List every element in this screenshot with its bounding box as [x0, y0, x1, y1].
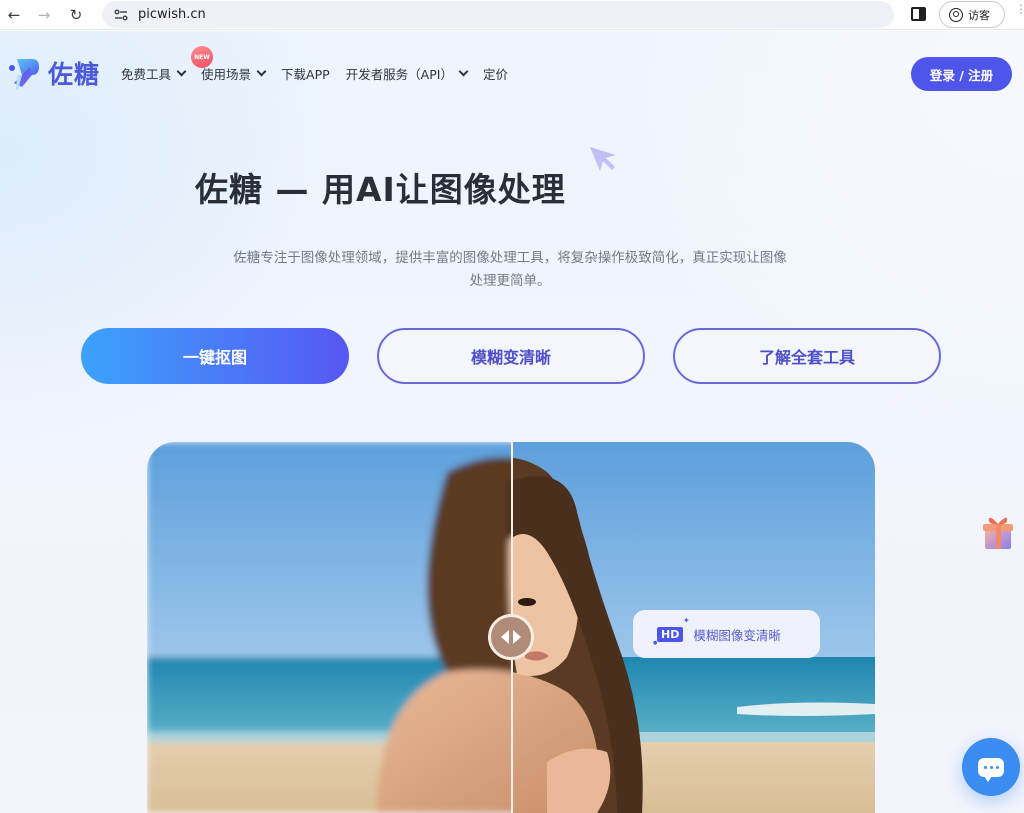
login-register-button[interactable]: 登录 / 注册	[911, 57, 1012, 91]
site-info-icon[interactable]	[108, 9, 134, 21]
nav-item-developer-api[interactable]: 开发者服务（API）	[345, 64, 469, 83]
all-tools-button[interactable]: 了解全套工具	[673, 328, 941, 384]
arrow-right-icon	[513, 630, 521, 644]
hd-feature-tag: ✦ ● HD 模糊图像变清晰	[633, 610, 820, 658]
profile-button[interactable]: 访客	[939, 1, 1005, 28]
main-nav: 免费工具 使用场景 下载APP 开发者服务（API） 定价	[121, 64, 524, 83]
chevron-down-icon	[176, 66, 187, 77]
back-arrow-icon[interactable]: ←	[2, 3, 26, 27]
nav-label: 定价	[482, 67, 508, 82]
unblur-button[interactable]: 模糊变清晰	[377, 328, 645, 384]
nav-item-use-cases[interactable]: 使用场景	[201, 64, 267, 83]
chat-support-button[interactable]	[962, 738, 1020, 796]
hero-description: 佐糖专注于图像处理领域，提供丰富的图像处理工具，将复杂操作极致简化，真正实现让图…	[233, 250, 787, 289]
chevron-down-icon	[256, 66, 267, 77]
comparison-slider-handle[interactable]	[488, 614, 534, 660]
nav-label: 下载APP	[281, 67, 330, 82]
side-panel-icon[interactable]	[911, 7, 926, 21]
hd-feature-label: 模糊图像变清晰	[693, 627, 781, 643]
chat-icon	[978, 757, 1004, 782]
address-bar[interactable]: picwish.cn	[102, 1, 894, 28]
new-badge: NEW	[191, 46, 213, 68]
logo-icon	[8, 53, 40, 93]
browser-toolbar: ← → ↻ picwish.cn 访客 ⋮	[0, 0, 1024, 30]
nav-item-free-tools[interactable]: 免费工具	[121, 64, 187, 83]
gift-icon[interactable]	[980, 509, 1016, 557]
hero-title: 佐糖 — 用AI让图像处理	[195, 170, 566, 209]
sparkle-icon: ✦	[683, 616, 690, 625]
page-content: 佐糖 免费工具 使用场景 下载APP 开发者服务（API） 定价 NEW 登录 …	[0, 31, 1024, 813]
forward-arrow-icon[interactable]: →	[32, 3, 56, 27]
nav-item-download-app[interactable]: 下载APP	[281, 64, 330, 83]
reload-icon[interactable]: ↻	[64, 3, 88, 27]
profile-icon	[949, 7, 963, 22]
before-after-comparison[interactable]: ✦ ● HD 模糊图像变清晰	[147, 442, 875, 813]
profile-label: 访客	[968, 8, 990, 22]
url-text[interactable]: picwish.cn	[138, 7, 206, 22]
nav-label: 使用场景	[201, 67, 252, 82]
nav-label: 免费工具	[121, 67, 172, 82]
arrow-left-icon	[501, 630, 509, 644]
logo[interactable]: 佐糖	[8, 53, 100, 93]
cutout-button[interactable]: 一键抠图	[81, 328, 349, 384]
cursor-arrow-icon	[588, 145, 618, 179]
nav-label: 开发者服务（API）	[345, 67, 453, 82]
logo-text: 佐糖	[48, 60, 101, 89]
hd-badge: HD	[657, 626, 684, 642]
nav-item-pricing[interactable]: 定价	[483, 64, 508, 83]
more-menu-icon[interactable]: ⋮	[1015, 3, 1024, 15]
chevron-down-icon	[458, 66, 469, 77]
